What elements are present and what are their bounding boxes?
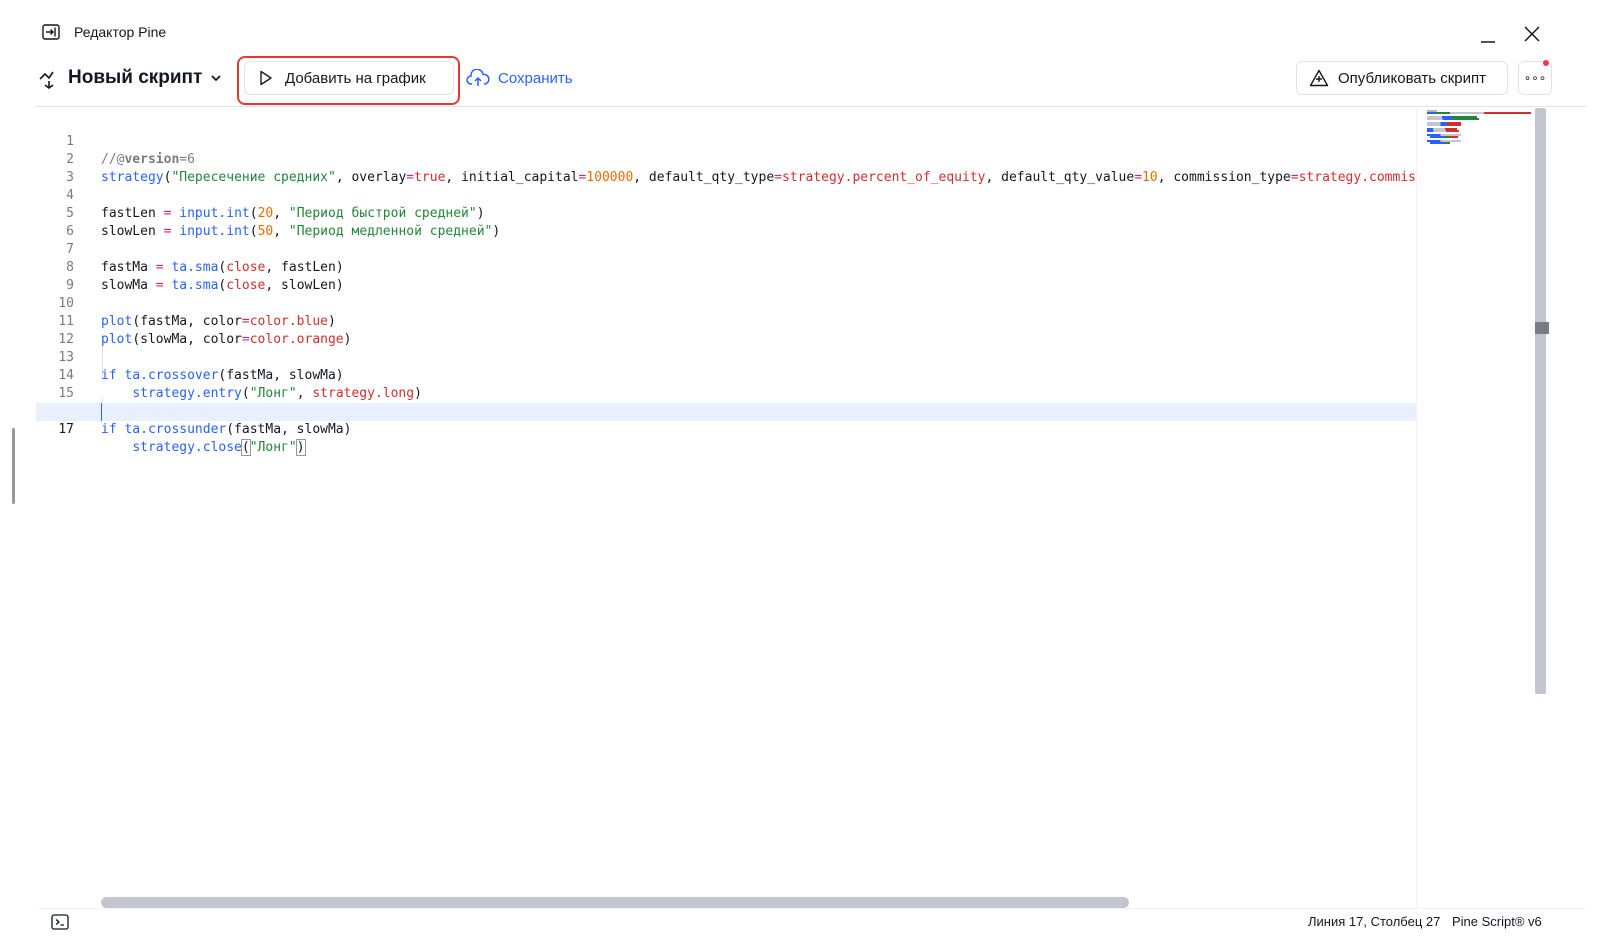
active-code-line: 17 strategy.close("Лонг")	[36, 403, 1416, 456]
window-title: Редактор Pine	[74, 24, 167, 40]
minimap-line	[1430, 136, 1458, 138]
code-line: 12	[36, 313, 1416, 347]
script-name: Новый скрипт	[68, 67, 203, 88]
code-line: 10 plot(fastMa, color=color.blue)	[36, 277, 1416, 329]
more-label: ∘∘∘	[1523, 71, 1547, 85]
minimap-line	[1427, 112, 1531, 114]
window-titlebar: Редактор Pine	[36, 18, 1586, 46]
cloud-upload-icon	[466, 69, 490, 86]
script-type-icon	[39, 71, 54, 89]
minimap-line	[1427, 118, 1479, 120]
dock-window-icon[interactable]	[42, 24, 60, 40]
line-number: 17	[58, 422, 74, 437]
more-options-button[interactable]: ∘∘∘	[1518, 61, 1552, 95]
add-to-chart-label: Добавить на график	[285, 69, 426, 87]
code-line: 13 if ta.crossover(fastMa, slowMa)	[36, 331, 1416, 383]
publish-icon	[1309, 69, 1329, 87]
publish-label: Опубликовать скрипт	[1338, 69, 1487, 87]
code-line: 16 if ta.crossunder(fastMa, slowMa)	[36, 385, 1416, 437]
code-minimap[interactable]	[1416, 108, 1536, 908]
code-line: 8 slowMa = ta.sma(close, slowLen)	[36, 241, 1416, 293]
console-icon[interactable]	[51, 914, 69, 930]
code-editor[interactable]: 1 //@version=6 2 strategy("Пересечение с…	[36, 114, 1416, 894]
language-version[interactable]: Pine Script® v6	[1452, 914, 1542, 929]
minimap-line	[1430, 142, 1450, 144]
vertical-scrollbar[interactable]	[1535, 108, 1546, 694]
save-button[interactable]: Сохранить	[466, 61, 573, 95]
code-line: 6	[36, 205, 1416, 239]
text-cursor	[101, 403, 102, 421]
minimize-icon[interactable]	[1474, 24, 1502, 44]
code-line: 1 //@version=6	[36, 115, 1416, 167]
code-line: 7 fastMa = ta.sma(close, fastLen)	[36, 223, 1416, 275]
minimap-line	[1427, 124, 1461, 126]
code-line: 15	[36, 367, 1416, 401]
minimap-line	[1427, 130, 1459, 132]
notification-dot	[1543, 60, 1549, 66]
scrollbar-position-marker	[1535, 322, 1549, 334]
cursor-position[interactable]: Линия 17, Столбец 27	[1308, 914, 1440, 929]
code-line: 2 strategy("Пересечение средних", overla…	[36, 133, 1416, 185]
editor-toolbar: Новый скрипт Добавить на график Сохранит…	[36, 56, 1586, 105]
save-label: Сохранить	[498, 69, 573, 87]
chevron-down-icon	[211, 75, 221, 82]
toolbar-divider	[36, 106, 1586, 107]
horizontal-scrollbar[interactable]	[101, 897, 1129, 908]
code-line: 4 fastLen = input.int(20, "Период быстро…	[36, 169, 1416, 221]
publish-script-button[interactable]: Опубликовать скрипт	[1296, 61, 1508, 95]
code-line: 3	[36, 151, 1416, 185]
code-line: 11 plot(slowMa, color=color.orange)	[36, 295, 1416, 347]
code-line: 5 slowLen = input.int(50, "Период медлен…	[36, 187, 1416, 239]
add-to-chart-button[interactable]: Добавить на график	[244, 61, 454, 95]
panel-resize-handle[interactable]	[12, 428, 15, 504]
code-line: 14 strategy.entry("Лонг", strategy.long)	[36, 349, 1416, 401]
status-bar: Линия 17, Столбец 27 Pine Script® v6	[36, 908, 1586, 940]
script-name-dropdown[interactable]: Новый скрипт	[38, 62, 222, 94]
play-icon	[260, 70, 272, 86]
close-icon[interactable]	[1520, 22, 1544, 46]
code-line: 9	[36, 259, 1416, 293]
